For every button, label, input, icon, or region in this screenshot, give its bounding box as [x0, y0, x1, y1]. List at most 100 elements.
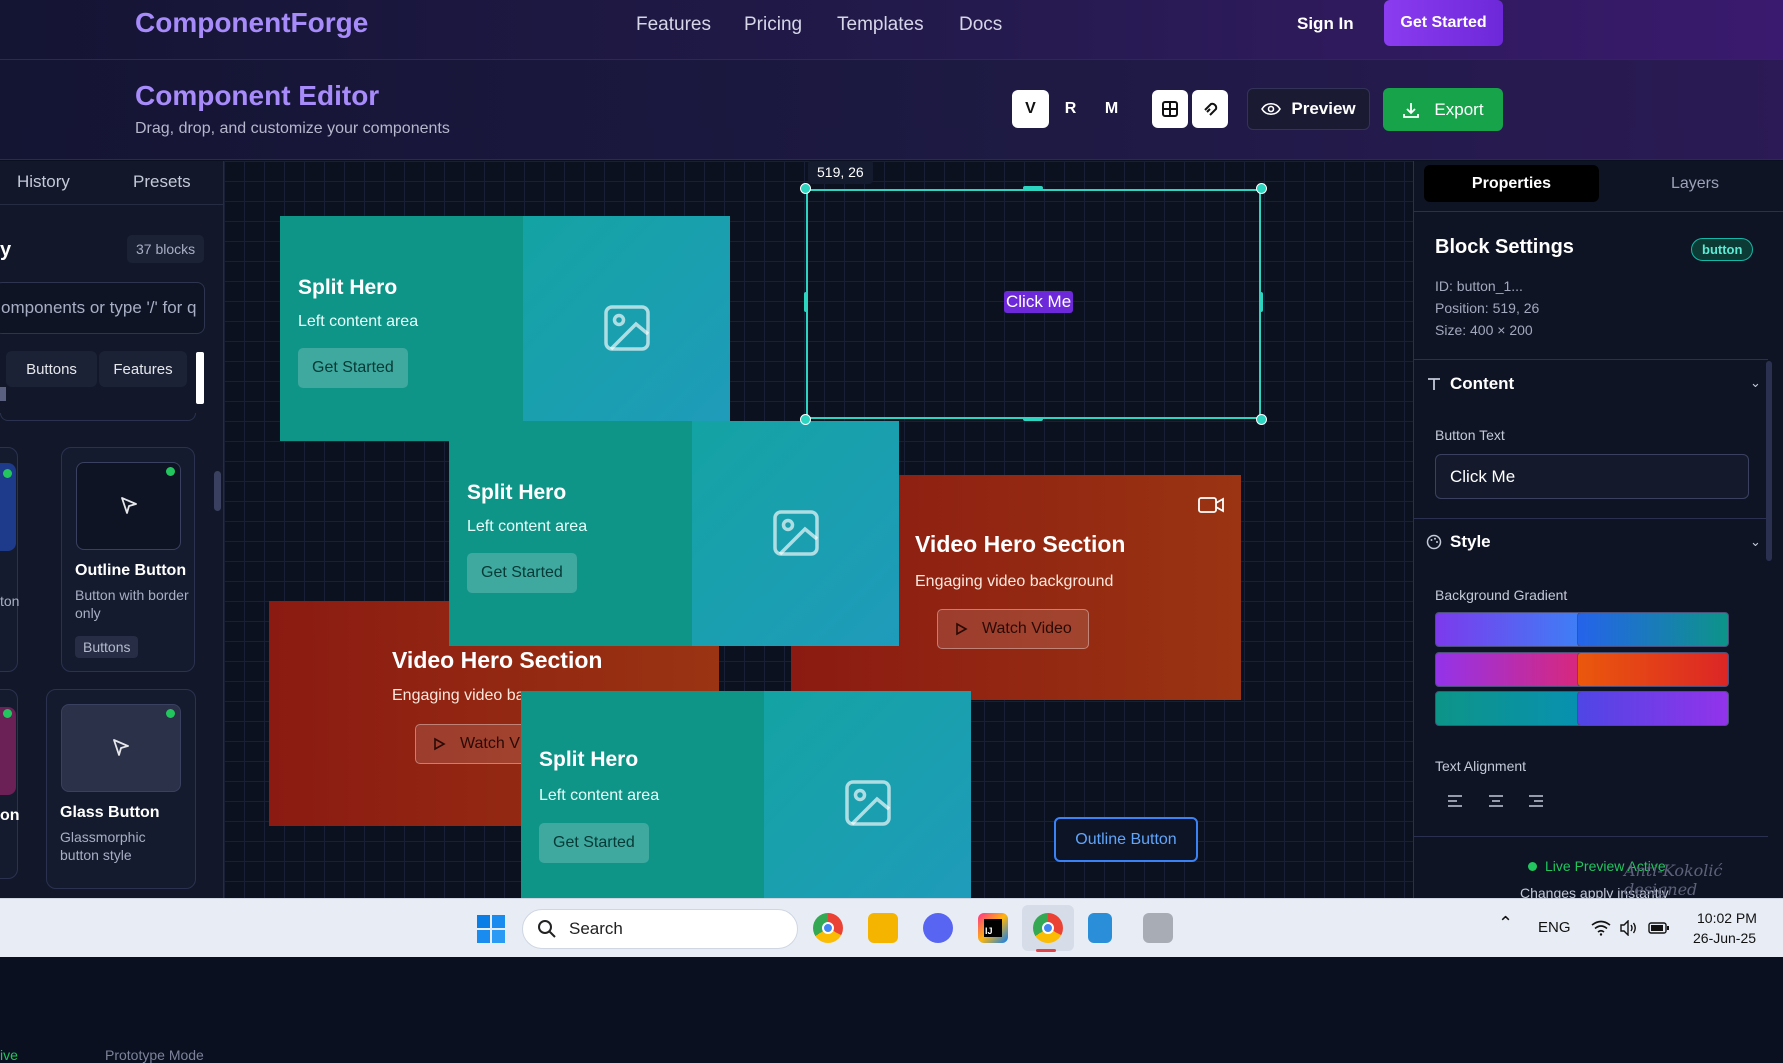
- resize-handle-nw[interactable]: [800, 183, 811, 194]
- nav-link-docs[interactable]: Docs: [959, 14, 1002, 36]
- chrome-icon[interactable]: [813, 913, 843, 943]
- windows-start-icon[interactable]: [476, 914, 506, 944]
- component-search-input[interactable]: omponents or type '/' for q: [0, 282, 205, 334]
- blocks-count-badge: 37 blocks: [127, 235, 205, 263]
- preview-button[interactable]: Preview: [1247, 88, 1370, 130]
- resize-handle-sw[interactable]: [800, 414, 811, 425]
- taskbar-search[interactable]: Search: [522, 909, 798, 949]
- block-settings-title: Block Settings: [1435, 236, 1574, 258]
- tab-presets[interactable]: Presets: [133, 172, 191, 192]
- align-right-icon[interactable]: [1526, 791, 1546, 811]
- app-icon[interactable]: [1143, 913, 1173, 943]
- split-hero-block[interactable]: Split Hero Left content area Get Started: [280, 216, 730, 441]
- card-title: Glass Button: [60, 804, 160, 821]
- play-icon: [434, 737, 446, 751]
- properties-scrollbar[interactable]: [1766, 361, 1772, 561]
- card-glass-button[interactable]: Glass Button Glassmorphic button style: [46, 689, 196, 889]
- resize-handle-w[interactable]: [804, 292, 808, 312]
- gradient-swatch[interactable]: [1577, 652, 1729, 687]
- clock-time[interactable]: 10:02 PM: [1697, 910, 1757, 926]
- split-hero-button[interactable]: Get Started: [539, 823, 649, 863]
- content-section-header[interactable]: Content: [1426, 374, 1766, 394]
- battery-icon[interactable]: [1648, 921, 1670, 935]
- language-indicator[interactable]: ENG: [1538, 919, 1571, 936]
- view-mode-r-button[interactable]: R: [1052, 90, 1089, 128]
- category-buttons[interactable]: Buttons: [6, 351, 97, 387]
- card-outline-button[interactable]: Outline Button Button with border only B…: [61, 447, 195, 672]
- selected-button-text[interactable]: Click Me: [1004, 291, 1074, 313]
- sidebar-scrollbar[interactable]: [214, 471, 221, 511]
- file-explorer-icon[interactable]: [868, 913, 898, 943]
- split-hero-image: [764, 691, 971, 898]
- image-icon: [773, 510, 819, 556]
- chevron-up-icon[interactable]: ⌃: [1498, 913, 1513, 934]
- clock-date[interactable]: 26-Jun-25: [1693, 930, 1756, 946]
- align-left-icon[interactable]: [1445, 791, 1465, 811]
- view-mode-m-button[interactable]: M: [1093, 90, 1130, 128]
- text-icon: [1428, 378, 1440, 390]
- chrome-active-icon[interactable]: [1033, 913, 1063, 943]
- grid-icon: [1162, 101, 1178, 117]
- split-hero-block[interactable]: Split Hero Left content area Get Started: [449, 421, 899, 646]
- windows-taskbar: Search IJ ⌃ ENG 10:02 PM 26-Jun-25: [0, 898, 1783, 957]
- chevron-down-icon[interactable]: ⌄: [1750, 534, 1761, 550]
- style-section-title: Style: [1450, 532, 1491, 551]
- block-position: Position: 519, 26: [1435, 300, 1540, 316]
- category-features[interactable]: Features: [99, 351, 187, 387]
- chevron-down-icon[interactable]: ⌄: [1750, 375, 1761, 391]
- editor-title: Component Editor: [135, 80, 380, 111]
- resize-handle-s[interactable]: [1023, 417, 1043, 421]
- notepad-icon[interactable]: [1088, 913, 1112, 943]
- wifi-icon[interactable]: [1591, 920, 1611, 936]
- resize-handle-e[interactable]: [1259, 292, 1263, 312]
- export-button[interactable]: Export: [1383, 88, 1503, 131]
- grid-toggle-button[interactable]: [1152, 90, 1188, 128]
- watch-video-button[interactable]: Watch Video: [937, 609, 1089, 649]
- category-scrollbar[interactable]: [196, 352, 204, 404]
- align-center-icon[interactable]: [1486, 791, 1506, 811]
- tab-history[interactable]: History: [17, 172, 70, 192]
- brand-logo[interactable]: ComponentForge: [135, 7, 368, 39]
- nav-link-templates[interactable]: Templates: [837, 14, 924, 36]
- video-camera-icon: [1198, 497, 1224, 513]
- button-text-input[interactable]: Click Me: [1435, 454, 1749, 499]
- gradient-swatch[interactable]: [1435, 691, 1587, 726]
- resize-handle-se[interactable]: [1256, 414, 1267, 425]
- gradient-swatch[interactable]: [1577, 612, 1729, 647]
- style-section-header[interactable]: Style: [1426, 532, 1766, 552]
- block-size: Size: 400 × 200: [1435, 322, 1533, 338]
- snap-toggle-button[interactable]: [1192, 90, 1228, 128]
- resize-handle-n[interactable]: [1023, 186, 1043, 190]
- get-started-button[interactable]: Get Started: [1384, 0, 1503, 46]
- snap-icon: [1204, 102, 1218, 116]
- gradient-swatch[interactable]: [1435, 612, 1587, 647]
- text-alignment-label: Text Alignment: [1435, 758, 1527, 774]
- status-dot: [3, 469, 12, 478]
- intellij-icon[interactable]: IJ: [978, 913, 1008, 943]
- top-navbar: ComponentForge Features Pricing Template…: [0, 0, 1783, 60]
- split-hero-button[interactable]: Get Started: [467, 553, 577, 593]
- prototype-mode-label: Prototype Mode: [105, 1047, 204, 1063]
- sign-in-link[interactable]: Sign In: [1297, 14, 1354, 34]
- eye-icon: [1261, 102, 1282, 116]
- volume-icon[interactable]: [1620, 920, 1638, 936]
- split-hero-subtitle: Left content area: [467, 518, 588, 535]
- split-hero-block[interactable]: Split Hero Left content area Get Started: [521, 691, 971, 898]
- gradient-swatch[interactable]: [1577, 691, 1729, 726]
- tab-properties[interactable]: Properties: [1424, 165, 1599, 202]
- section-divider: [1414, 518, 1768, 519]
- editor-header: Component Editor Drag, drop, and customi…: [0, 60, 1783, 160]
- video-hero-title: Video Hero Section: [392, 647, 603, 673]
- split-hero-button[interactable]: Get Started: [298, 348, 408, 388]
- gradient-swatch[interactable]: [1435, 652, 1587, 687]
- discord-icon[interactable]: [923, 913, 953, 943]
- nav-link-features[interactable]: Features: [636, 14, 711, 36]
- resize-handle-ne[interactable]: [1256, 183, 1267, 194]
- view-mode-v-button[interactable]: V: [1012, 90, 1049, 128]
- palette-icon: [1426, 534, 1442, 550]
- nav-link-pricing[interactable]: Pricing: [744, 14, 802, 36]
- outline-button-block[interactable]: Outline Button: [1054, 817, 1198, 862]
- editor-canvas[interactable]: Video Hero Section Engaging video ba Wat…: [224, 161, 1413, 898]
- card-thumb: [61, 704, 181, 792]
- tab-layers[interactable]: Layers: [1625, 165, 1765, 202]
